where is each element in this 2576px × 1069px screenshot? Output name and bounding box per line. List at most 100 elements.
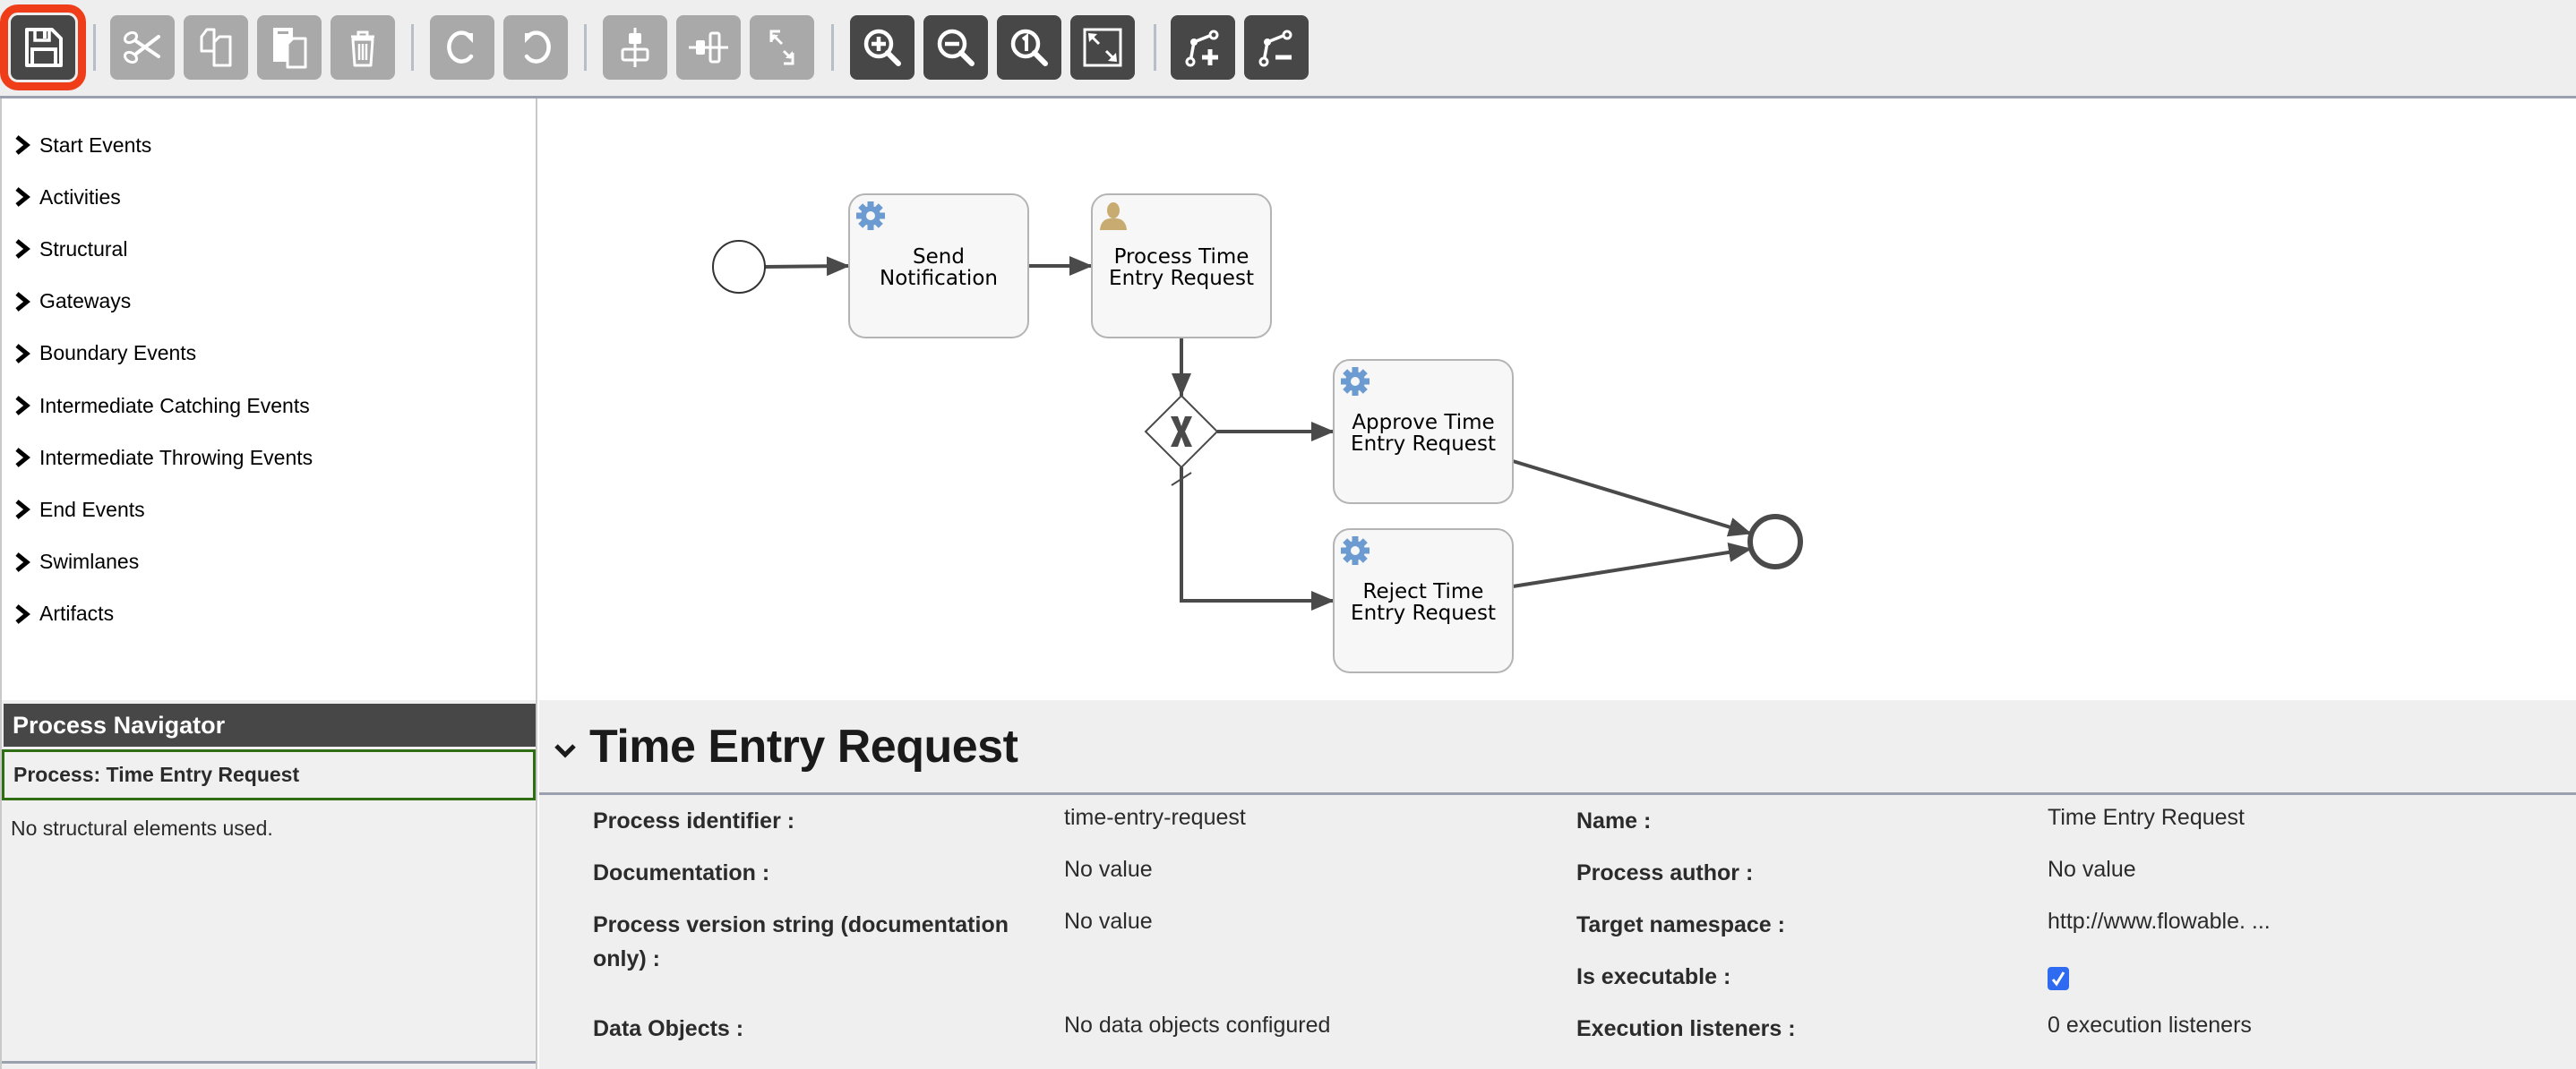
task-label-line: Notification	[880, 267, 998, 290]
toolbar-separator	[831, 24, 834, 71]
sequence-flow[interactable]	[1180, 467, 1335, 611]
gear-icon	[1341, 367, 1370, 396]
same-size-button[interactable]	[750, 15, 814, 80]
prop-label-process-version: Process version string (documentation on…	[593, 912, 1009, 971]
prop-label-name: Name :	[1576, 808, 1652, 834]
palette-group-activities[interactable]: Activities	[14, 179, 121, 215]
redo-button[interactable]	[430, 15, 494, 80]
chevron-right-icon	[15, 135, 30, 155]
gear-icon	[856, 201, 885, 230]
toolbar	[0, 0, 2576, 98]
paste-icon	[273, 28, 307, 69]
paste-button[interactable]	[257, 15, 322, 80]
undo-button[interactable]	[503, 15, 568, 80]
palette-group-intermediate-throwing-events[interactable]: Intermediate Throwing Events	[14, 440, 313, 475]
same-size-icon	[769, 30, 794, 65]
task-label-line: Entry Request	[1351, 432, 1496, 456]
end-event[interactable]	[1747, 514, 1803, 569]
zoom-in-icon	[863, 29, 901, 66]
delete-button[interactable]	[331, 15, 395, 80]
redo-icon	[447, 30, 474, 64]
prop-value-data-objects[interactable]: No data objects configured	[1064, 1008, 1330, 1042]
toolbar-separator	[1154, 24, 1156, 71]
prop-label-execution-listeners: Execution listeners :	[1576, 1016, 1796, 1041]
palette-group-start-events[interactable]: Start Events	[14, 127, 151, 163]
palette-group-label: Start Events	[39, 133, 152, 157]
chevron-right-icon	[15, 343, 30, 363]
task-approve[interactable]: Approve TimeEntry Request	[1333, 359, 1514, 504]
palette-group-label: End Events	[39, 497, 145, 521]
navigator-divider	[2, 1061, 536, 1064]
prop-label-process-author: Process author :	[1576, 860, 1754, 885]
palette-group-swimlanes[interactable]: Swimlanes	[14, 544, 139, 580]
toolbar-separator	[93, 24, 96, 71]
task-label-line: Entry Request	[1351, 602, 1496, 625]
process-navigator: Process Navigator Process: Time Entry Re…	[0, 700, 537, 1069]
palette-group-intermediate-catching-events[interactable]: Intermediate Catching Events	[14, 388, 310, 423]
diagram-canvas[interactable]: Send Notification Process Time Entry Reques…	[537, 98, 2576, 700]
gear-icon	[1341, 536, 1370, 565]
exclusive-gateway[interactable]	[1144, 394, 1219, 469]
properties-title: Time Entry Request	[589, 721, 1018, 773]
zoom-fit-button[interactable]	[1070, 15, 1135, 80]
palette-group-label: Swimlanes	[39, 550, 140, 574]
undo-icon	[524, 30, 551, 64]
task-send-notification[interactable]: SendNotification	[848, 193, 1029, 338]
align-horizontal-icon	[621, 28, 649, 67]
zoom-in-button[interactable]	[850, 15, 914, 80]
save-icon	[25, 28, 63, 67]
navigator-process-item[interactable]: Process: Time Entry Request	[2, 749, 536, 800]
task-reject[interactable]: Reject TimeEntry Request	[1333, 528, 1514, 673]
toolbar-separator	[411, 24, 414, 71]
chevron-right-icon	[15, 500, 30, 520]
chevron-down-icon[interactable]	[554, 741, 577, 759]
is-executable-checkbox[interactable]	[2048, 967, 2069, 990]
prop-value-name[interactable]: Time Entry Request	[2048, 800, 2245, 834]
cut-icon	[123, 30, 160, 64]
palette-group-artifacts[interactable]: Artifacts	[14, 596, 114, 632]
chevron-right-icon	[15, 187, 30, 208]
remove-bendpoint-button[interactable]	[1244, 15, 1309, 80]
zoom-out-button[interactable]	[923, 15, 988, 80]
zoom-fit-icon	[1083, 28, 1122, 67]
palette-group-end-events[interactable]: End Events	[14, 492, 145, 527]
remove-bendpoint-icon	[1258, 30, 1292, 67]
chevron-right-icon	[15, 239, 30, 260]
prop-value-execution-listeners[interactable]: 0 execution listeners	[2048, 1008, 2252, 1042]
sequence-flow[interactable]	[1512, 459, 1752, 537]
bpmn-diagram: SendNotification Process TimeEntry Reques…	[712, 193, 1803, 673]
delete-icon	[351, 30, 374, 67]
task-label-line: Entry Request	[1109, 267, 1254, 290]
copy-button[interactable]	[184, 15, 248, 80]
palette-group-label: Gateways	[39, 289, 132, 313]
properties-header: Time Entry Request	[539, 700, 2576, 795]
align-vertical-button[interactable]	[676, 15, 741, 80]
shape-palette: Start Events Activities Structural Gateways…	[0, 98, 537, 700]
prop-value-process-version[interactable]: No value	[1064, 904, 1153, 938]
prop-label-process-identifier: Process identifier :	[593, 808, 795, 834]
task-process-time-entry[interactable]: Process TimeEntry Request	[1091, 193, 1272, 338]
sequence-flow[interactable]	[1512, 543, 1752, 588]
palette-group-structural[interactable]: Structural	[14, 231, 127, 267]
prop-label-data-objects: Data Objects :	[593, 1016, 744, 1041]
chevron-right-icon	[15, 396, 30, 415]
zoom-actual-button[interactable]	[997, 15, 1061, 80]
prop-value-process-author[interactable]: No value	[2048, 852, 2136, 886]
prop-value-target-namespace[interactable]: http://www.flowable. ...	[2048, 904, 2271, 938]
prop-value-documentation[interactable]: No value	[1064, 852, 1153, 886]
cut-button[interactable]	[110, 15, 175, 80]
align-horizontal-button[interactable]	[603, 15, 667, 80]
start-event[interactable]	[712, 240, 766, 294]
save-button[interactable]	[0, 4, 86, 90]
chevron-right-icon	[15, 291, 30, 312]
sequence-flow[interactable]	[764, 256, 850, 277]
navigator-empty-message: No structural elements used.	[11, 817, 273, 840]
chevron-right-icon	[15, 448, 30, 468]
palette-group-label: Intermediate Catching Events	[39, 393, 310, 417]
zoom-out-icon	[937, 29, 975, 66]
palette-group-gateways[interactable]: Gateways	[14, 284, 131, 320]
prop-label-is-executable: Is executable :	[1576, 964, 1731, 989]
prop-value-process-identifier[interactable]: time-entry-request	[1064, 800, 1246, 834]
palette-group-boundary-events[interactable]: Boundary Events	[14, 336, 196, 372]
add-bendpoint-button[interactable]	[1171, 15, 1235, 80]
